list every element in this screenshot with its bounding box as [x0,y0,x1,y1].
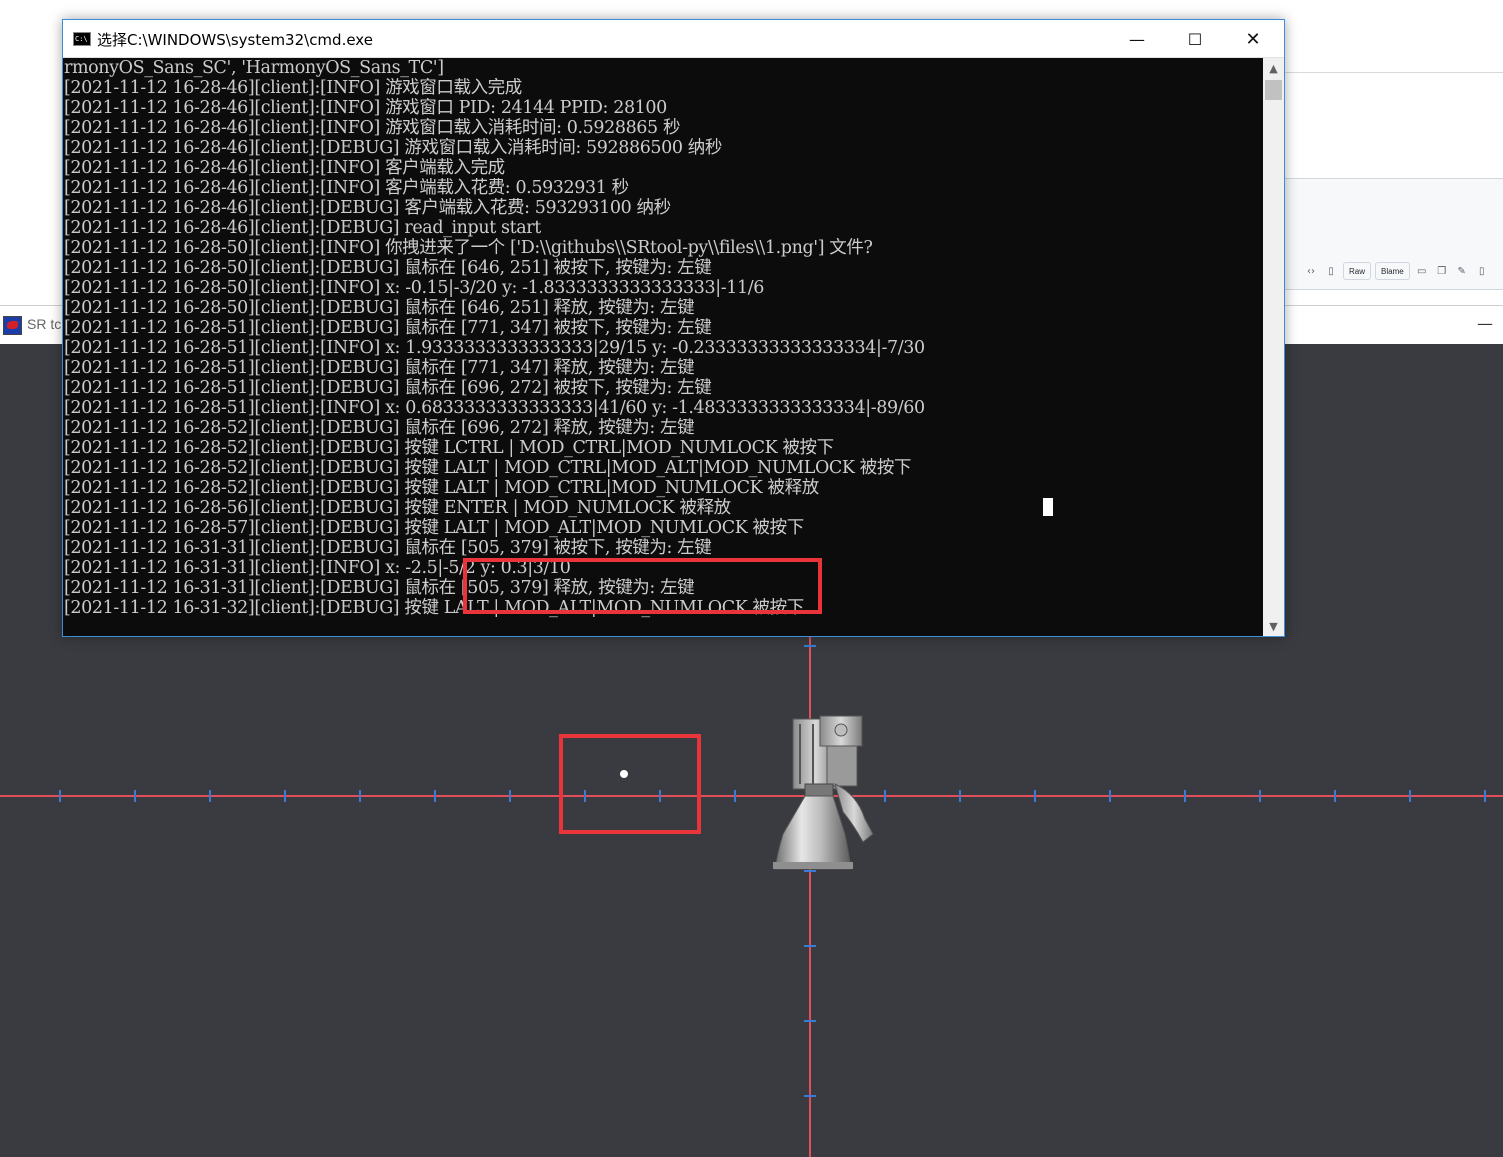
console-line: [2021-11-12 16-28-46][client]:[INFO] 客户端… [64,158,505,178]
scroll-up-arrow-icon[interactable]: ▲ [1263,58,1284,78]
file-toolbar: ‹› ▯ Raw Blame ▭ ❐ ✎ ▯ [1303,262,1490,280]
clicked-point-marker [620,770,628,778]
console-line: [2021-11-12 16-28-52][client]:[DEBUG] 按键… [64,478,819,498]
console-output[interactable]: rmonyOS_Sans_SC', 'HarmonyOS_Sans_TC'] [2… [63,58,1263,636]
console-line: [2021-11-12 16-28-50][client]:[INFO] 你拽进… [64,238,873,258]
cmd-titlebar[interactable]: C:\ 选择C:\WINDOWS\system32\cmd.exe — ☐ ✕ [63,20,1284,58]
sr-app-icon [3,316,22,335]
blame-button[interactable]: Blame [1375,262,1410,280]
console-line: [2021-11-12 16-28-51][client]:[DEBUG] 鼠标… [64,318,712,338]
console-line: [2021-11-12 16-28-46][client]:[INFO] 客户端… [64,178,629,198]
console-line: [2021-11-12 16-28-52][client]:[DEBUG] 按键… [64,438,834,458]
page-divider [1285,72,1503,73]
console-line: [2021-11-12 16-28-50][client]:[INFO] x: … [64,278,764,298]
console-line: [2021-11-12 16-28-46][client]:[INFO] 游戏窗… [64,98,667,118]
console-line: [2021-11-12 16-28-46][client]:[DEBUG] 客户… [64,198,671,218]
sr-minimize-button[interactable]: — [1470,314,1500,338]
console-line: [2021-11-12 16-28-57][client]:[DEBUG] 按键… [64,518,804,538]
console-lines: rmonyOS_Sans_SC', 'HarmonyOS_Sans_TC'] [2… [64,58,925,618]
console-line: [2021-11-12 16-28-51][client]:[INFO] x: … [64,338,925,358]
console-line: [2021-11-12 16-28-51][client]:[INFO] x: … [64,398,925,418]
console-line: [2021-11-12 16-31-31][client]:[DEBUG] 鼠标… [64,538,712,558]
console-line: [2021-11-12 16-28-50][client]:[DEBUG] 鼠标… [64,298,695,318]
cmd-app-icon: C:\ [73,32,91,46]
cmd-window-title: 选择C:\WINDOWS\system32\cmd.exe [97,31,373,49]
copy-icon[interactable]: ❐ [1434,263,1450,279]
minimize-button[interactable]: — [1108,20,1166,58]
text-cursor [1043,498,1053,516]
sr-window-title: SR tc [27,316,62,332]
console-line: [2021-11-12 16-28-50][client]:[DEBUG] 鼠标… [64,258,712,278]
file-icon[interactable]: ▯ [1323,263,1339,279]
scroll-thumb[interactable] [1265,80,1282,100]
trash-icon[interactable]: ▯ [1474,263,1490,279]
raw-button[interactable]: Raw [1343,262,1372,280]
console-line: [2021-11-12 16-28-51][client]:[DEBUG] 鼠标… [64,358,695,378]
scroll-down-arrow-icon[interactable]: ▼ [1263,616,1284,636]
console-line: [2021-11-12 16-28-46][client]:[INFO] 游戏窗… [64,78,522,98]
console-line: [2021-11-12 16-28-51][client]:[DEBUG] 鼠标… [64,378,712,398]
canvas-highlight-box [559,734,701,834]
console-line: [2021-11-12 16-28-46][client]:[DEBUG] re… [64,218,541,238]
console-line: rmonyOS_Sans_SC', 'HarmonyOS_Sans_TC'] [64,58,444,78]
console-line: [2021-11-12 16-28-46][client]:[INFO] 游戏窗… [64,118,681,138]
maximize-button[interactable]: ☐ [1166,20,1224,58]
code-icon[interactable]: ‹› [1303,263,1319,279]
cmd-window: C:\ 选择C:\WINDOWS\system32\cmd.exe — ☐ ✕ … [62,19,1285,637]
vertical-scrollbar[interactable]: ▲ ▼ [1263,58,1284,636]
console-line: [2021-11-12 16-28-56][client]:[DEBUG] 按键… [64,498,731,518]
console-line: [2021-11-12 16-28-52][client]:[DEBUG] 鼠标… [64,418,695,438]
console-line: [2021-11-12 16-28-46][client]:[DEBUG] 游戏… [64,138,722,158]
console-highlight-box [463,558,822,614]
desktop-icon[interactable]: ▭ [1414,263,1430,279]
console-line: [2021-11-12 16-28-52][client]:[DEBUG] 按键… [64,458,912,478]
pencil-icon[interactable]: ✎ [1454,263,1470,279]
rocket-engine-image [773,715,874,870]
close-button[interactable]: ✕ [1224,20,1282,58]
